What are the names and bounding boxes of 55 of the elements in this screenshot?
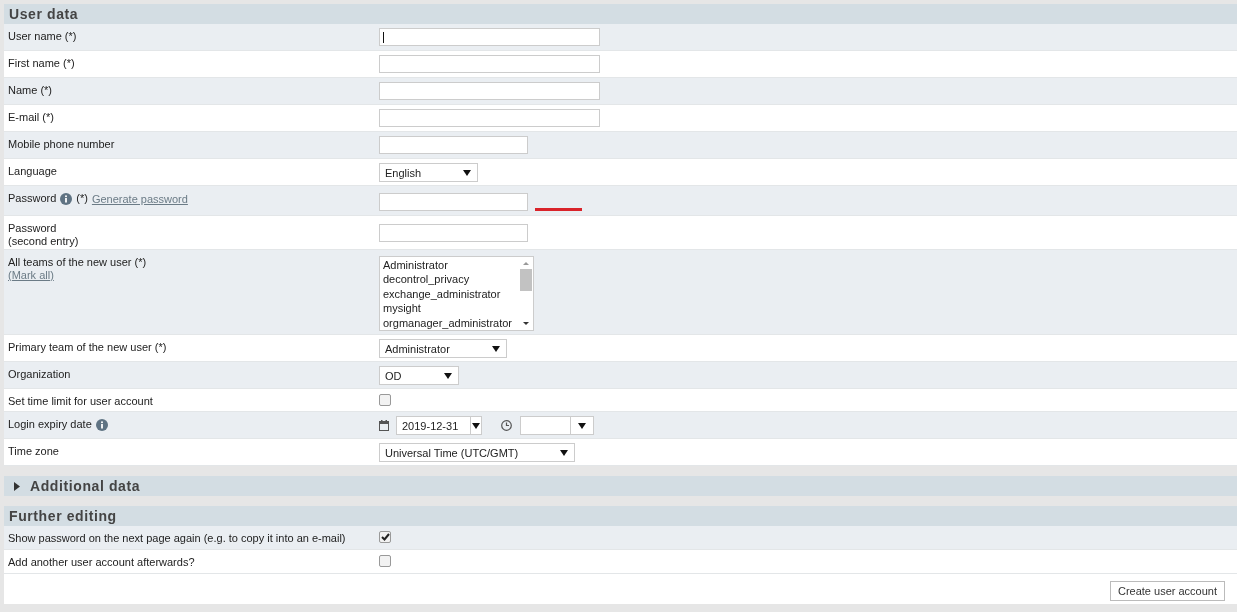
field-label: Show password on the next page again (e.g. to copy it into an e-mail) [8, 532, 346, 545]
field-label: Login expiry date [8, 418, 92, 431]
date-dropdown[interactable]: 2019-12-31 [396, 416, 482, 435]
field-label: Add another user account afterwards? [8, 556, 195, 569]
field-label: User name (*) [8, 30, 77, 43]
caret-icon [560, 449, 569, 456]
checkbox[interactable] [379, 531, 391, 543]
input-field[interactable] [379, 55, 600, 73]
dropdown[interactable]: Universal Time (UTC/GMT) [379, 443, 576, 462]
input-field[interactable] [379, 82, 600, 100]
dropdown[interactable]: OD [379, 366, 459, 385]
calendar-icon [379, 420, 389, 431]
field-label: Password [8, 192, 57, 205]
field-label: Organization [8, 368, 71, 381]
list-option[interactable]: orgmanager_administrator [383, 315, 519, 331]
create-account-button[interactable]: Create user account [1109, 581, 1225, 601]
checkbox[interactable] [379, 394, 391, 406]
section-title: Additional data [30, 478, 141, 494]
input-field[interactable] [379, 136, 528, 154]
list-option[interactable]: decontrol_privacy [383, 272, 519, 287]
section-title: Further editing [4, 506, 1237, 526]
field-label: Language [8, 165, 57, 178]
input-field[interactable] [379, 192, 528, 211]
field-label: Set time limit for user account [8, 395, 153, 408]
field-label: E-mail (*) [8, 111, 54, 124]
field-label: Password (second entry) [8, 222, 79, 248]
list-option[interactable]: Administrator [383, 258, 519, 273]
field-label: Time zone [8, 445, 59, 458]
input-field[interactable] [379, 224, 528, 242]
team-listbox[interactable]: Administrator decontrol_privacy exchange_administrator mysight orgmanager_administrator [379, 256, 534, 331]
time-dropdown[interactable] [520, 416, 594, 435]
required-mark: (*) [76, 192, 88, 205]
section-header[interactable]: Additional data [4, 476, 1237, 496]
checkmark-icon [380, 533, 390, 541]
section-title: User data [4, 4, 1237, 24]
dropdown[interactable]: English [379, 163, 479, 182]
caret-icon [443, 372, 452, 379]
field-label: Name (*) [8, 84, 52, 97]
mark-all-link[interactable]: (Mark all) [8, 269, 379, 282]
caret-icon [472, 422, 481, 429]
caret-icon [463, 169, 472, 176]
field-label: Mobile phone number [8, 138, 115, 151]
list-option[interactable]: mysight [383, 301, 519, 316]
list-option[interactable]: exchange_administrator [383, 286, 519, 302]
checkbox[interactable] [379, 555, 391, 567]
clock-icon [501, 420, 512, 431]
caret-icon [578, 422, 586, 429]
caret-icon [491, 345, 500, 352]
dropdown[interactable]: Administrator [379, 339, 507, 358]
input-field[interactable] [379, 28, 600, 46]
field-label: First name (*) [8, 57, 75, 70]
generate-password-link[interactable]: Generate password [91, 192, 188, 205]
field-label: Primary team of the new user (*) [8, 341, 167, 354]
input-field[interactable] [379, 109, 600, 127]
field-label: All teams of the new user (*) [8, 256, 147, 269]
